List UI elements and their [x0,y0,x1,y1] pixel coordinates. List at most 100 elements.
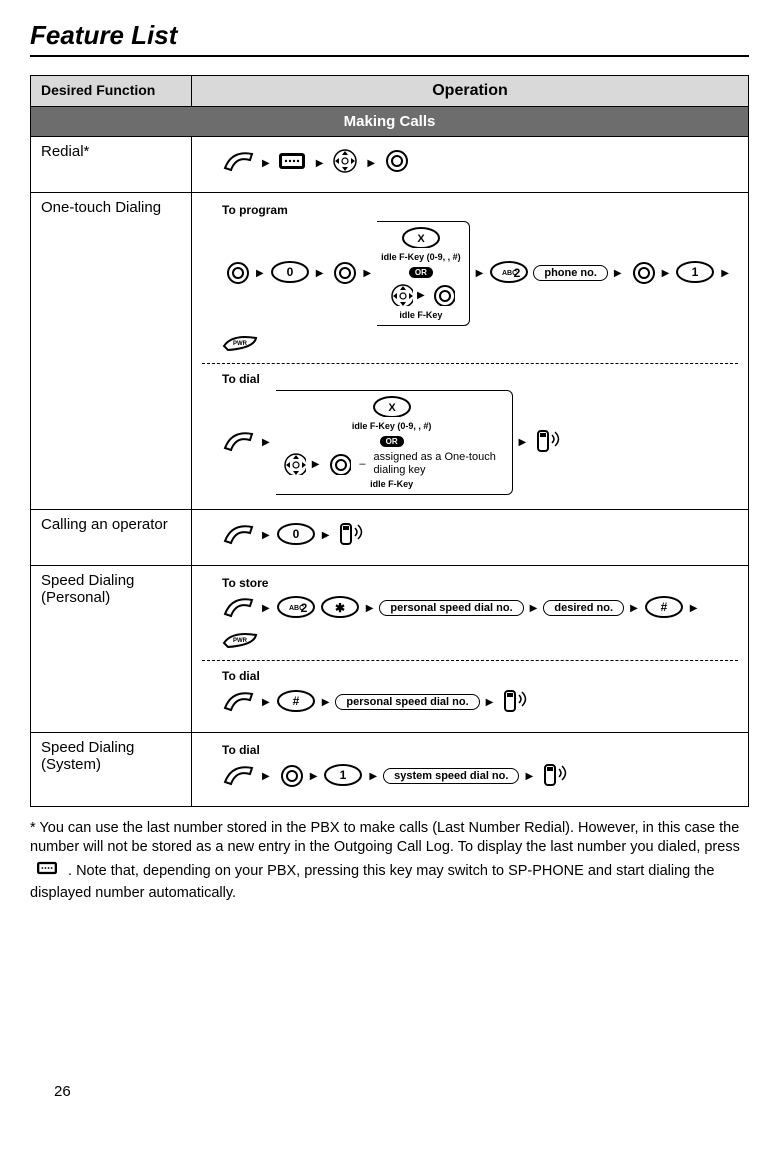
arrow-icon [523,770,535,782]
offhook-icon [222,762,256,791]
arrow-icon [517,436,529,448]
svg-text:#: # [292,694,299,708]
svg-text:0: 0 [286,265,293,279]
svg-text:2: 2 [300,601,307,615]
svg-text:0: 0 [292,527,299,541]
arrow-icon [260,696,272,708]
fkey-choice-group: X idle F-Key (0-9, , #) OR idle F-Key [377,221,470,326]
header-desired-function: Desired Function [31,76,192,107]
arrow-icon [719,267,731,279]
talk-icon [335,520,365,551]
enter-key-icon [325,451,351,478]
key-1-icon: 1 [323,763,363,790]
idle-fkey-label: idle F-Key [399,311,442,321]
or-badge: OR [380,436,404,447]
arrow-icon [528,602,540,614]
enter-key-icon [222,259,250,288]
key-1-icon: 1 [675,260,715,287]
talk-icon [499,687,529,718]
row-speed-system-op: To dial 1 system speed dial no. [192,732,749,806]
svg-text:✱: ✱ [335,601,345,615]
row-redial-label: Redial* [31,137,192,193]
row-redial-op [192,137,749,193]
footnote-text-a: * You can use the last number stored in … [30,820,740,856]
fkey-choice-group: X idle F-Key (0-9, , #) OR – assigned as… [276,390,513,495]
arrow-icon [260,157,272,169]
or-badge: OR [409,267,433,278]
key-x-icon: X [401,226,441,251]
arrow-icon [628,602,640,614]
svg-text:1: 1 [692,265,699,279]
arrow-icon [260,770,272,782]
arrow-icon [367,770,379,782]
pwr-key-icon [222,627,258,652]
log-key-icon [32,858,62,885]
offhook-icon [222,688,256,717]
arrow-icon [364,602,376,614]
idle-fkey-range-label: idle F-Key (0-9, , #) [381,253,461,263]
desired-no-pill: desired no. [543,600,624,616]
enter-key-icon [628,259,656,288]
arrow-icon [361,267,373,279]
svg-text:1: 1 [340,768,347,782]
svg-text:#: # [660,600,667,614]
row-operator-label: Calling an operator [31,509,192,565]
nav-key-icon [329,147,361,178]
arrow-icon [260,602,272,614]
subhead-to-dial: To dial [222,743,738,757]
key-2-icon: ABC2 [489,260,529,287]
arrow-icon [474,267,486,279]
footnote-text-b: . Note that, depending on your PBX, pres… [30,863,714,901]
row-onetouch-label: One-touch Dialing [31,193,192,510]
enter-key-icon [276,762,304,791]
arrow-icon [310,458,322,470]
key-0-icon: 0 [276,522,316,549]
key-x-icon: X [372,395,412,420]
system-speed-dial-no-pill: system speed dial no. [383,768,519,784]
personal-speed-dial-no-pill: personal speed dial no. [335,694,479,710]
svg-text:X: X [388,402,396,414]
offhook-icon [222,148,256,177]
subhead-to-dial: To dial [222,669,738,683]
assigned-note: assigned as a One-touch dialing key [374,451,504,477]
idle-fkey-label: idle F-Key [370,480,413,490]
row-speed-system-label: Speed Dialing (System) [31,732,192,806]
talk-icon [532,427,562,458]
arrow-icon [415,289,427,301]
enter-key-icon [381,147,413,178]
arrow-icon [314,267,326,279]
arrow-icon [314,157,326,169]
pwr-key-icon [222,330,258,355]
key-0-icon: 0 [270,260,310,287]
subhead-to-dial: To dial [222,372,738,386]
arrow-icon [320,696,332,708]
key-hash-icon: # [276,689,316,716]
dashed-separator [202,660,738,661]
arrow-icon [254,267,266,279]
key-star-icon: ✱ [320,595,360,622]
idle-fkey-range-label: idle F-Key (0-9, , #) [352,422,432,432]
enter-key-icon [429,282,455,309]
header-operation: Operation [192,76,749,107]
arrow-icon [612,267,624,279]
page-title: Feature List [30,20,749,57]
arrow-icon [365,157,377,169]
row-operator-op: 0 [192,509,749,565]
feature-table: Desired Function Operation Making Calls … [30,75,749,807]
page-number: 26 [54,1083,71,1100]
arrow-icon [660,267,672,279]
row-speed-personal-op: To store ABC2 ✱ personal speed dial no. … [192,565,749,732]
personal-speed-dial-no-pill: personal speed dial no. [379,600,523,616]
log-key-icon [276,148,310,177]
key-2-icon: ABC2 [276,595,316,622]
key-hash-icon: # [644,595,684,622]
subhead-to-program: To program [222,203,738,217]
offhook-icon [222,428,256,457]
arrow-icon [688,602,700,614]
offhook-icon [222,521,256,550]
nav-key-icon [280,451,306,478]
subhead-to-store: To store [222,576,738,590]
svg-text:2: 2 [514,266,521,280]
arrow-icon [308,770,320,782]
offhook-icon [222,594,256,623]
